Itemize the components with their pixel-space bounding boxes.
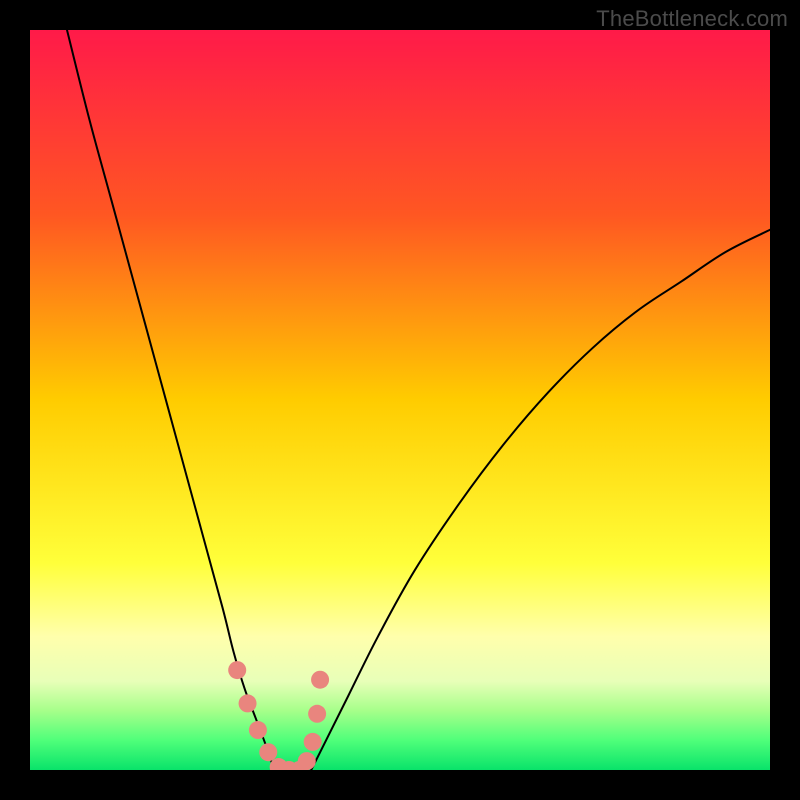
valley-markers-point bbox=[249, 721, 267, 739]
valley-markers-point bbox=[304, 733, 322, 751]
watermark-text: TheBottleneck.com bbox=[596, 6, 788, 32]
chart-frame: TheBottleneck.com bbox=[0, 0, 800, 800]
valley-markers-point bbox=[308, 705, 326, 723]
plot-area bbox=[30, 30, 770, 770]
valley-markers-point bbox=[239, 694, 257, 712]
valley-markers-point bbox=[228, 661, 246, 679]
gradient-background bbox=[30, 30, 770, 770]
valley-markers-point bbox=[259, 743, 277, 761]
valley-markers-point bbox=[298, 752, 316, 770]
valley-markers-point bbox=[311, 671, 329, 689]
chart-svg bbox=[30, 30, 770, 770]
